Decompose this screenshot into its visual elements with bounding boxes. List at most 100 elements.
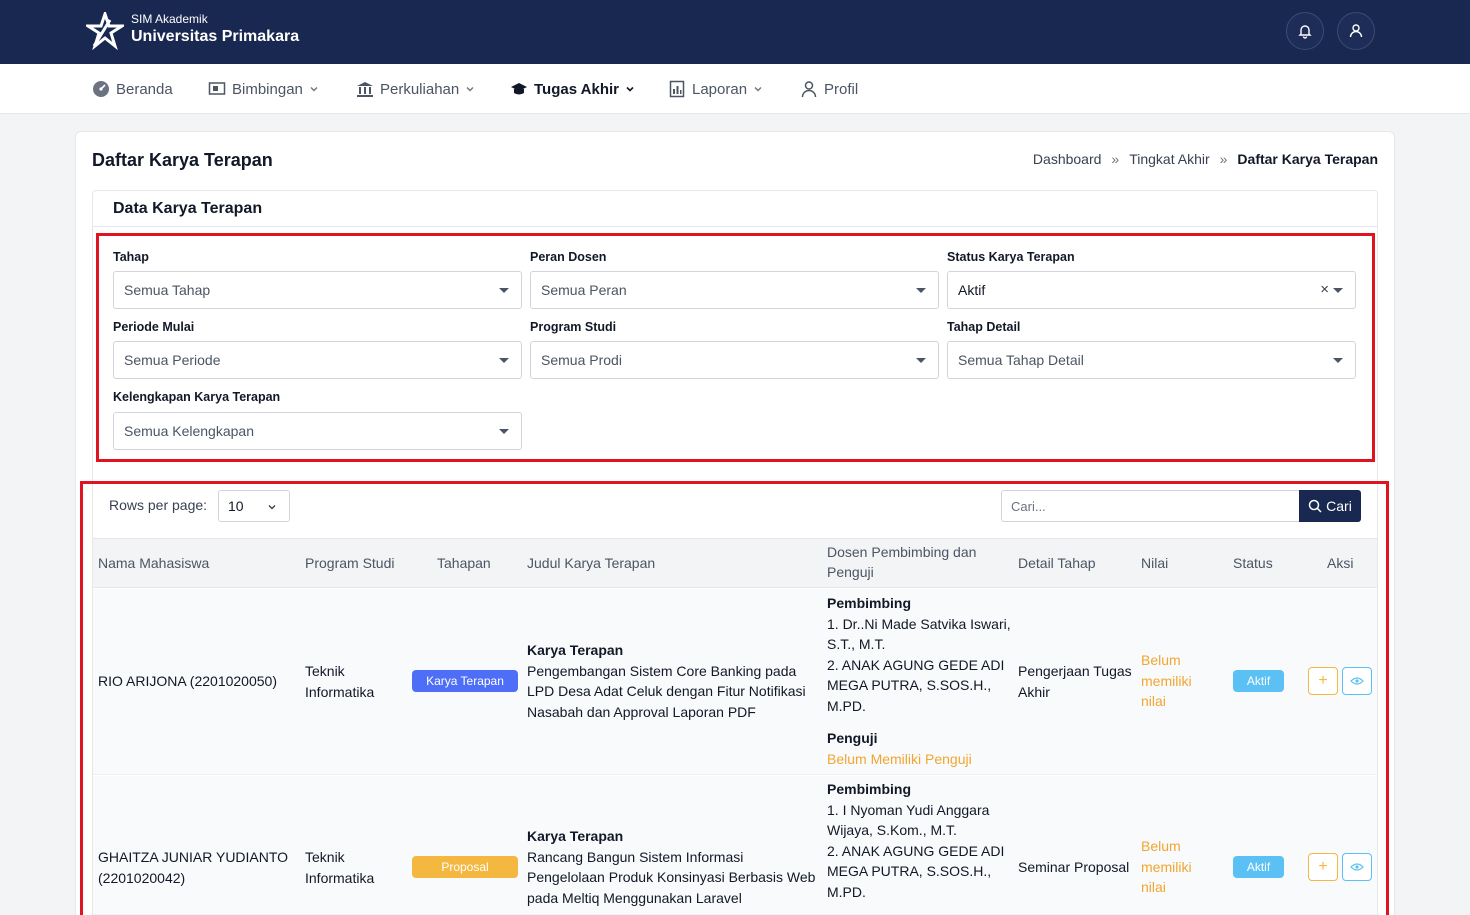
cell-prodi: Teknik Informatika	[305, 847, 374, 888]
pembimbing-heading: Pembimbing	[827, 595, 912, 611]
judul-heading: Karya Terapan	[527, 642, 624, 658]
col-nama[interactable]: Nama Mahasiswa	[98, 553, 209, 573]
cell-nama: GHAITZA JUNIAR YUDIANTO (2201020042)	[98, 847, 288, 888]
filter-kelengkapan-select[interactable]: Semua Kelengkapan	[113, 412, 522, 450]
nav-beranda[interactable]: Beranda	[92, 78, 173, 100]
table-row: GHAITZA JUNIAR YUDIANTO (2201020042) Tek…	[93, 776, 1377, 915]
caret-down-icon	[916, 288, 926, 293]
profile-button[interactable]	[1337, 12, 1375, 50]
penguji-value: Belum Memiliki Penguji	[827, 750, 972, 767]
nama-line: GHAITZA JUNIAR YUDIANTO	[98, 849, 289, 865]
pembimbing-line: Wijaya, S.Kom., M.T.	[827, 822, 957, 838]
presentation-icon	[208, 82, 226, 95]
select-value: Semua Kelengkapan	[124, 423, 254, 439]
status-badge: Aktif	[1233, 670, 1284, 692]
pembimbing-line: 2. ANAK AGUNG GEDE ADI	[827, 842, 1005, 859]
judul-line: Nasabah dan Approval Laporan PDF	[527, 703, 756, 720]
col-prodi[interactable]: Program Studi	[305, 553, 394, 573]
search-placeholder: Cari...	[1011, 498, 1046, 514]
nilai-line: nilai	[1141, 879, 1166, 895]
report-icon	[669, 80, 685, 98]
filter-peran-label: Peran Dosen	[530, 250, 607, 264]
building-icon	[357, 82, 373, 97]
chevron-down-icon	[754, 87, 762, 92]
search-input[interactable]: Cari...	[1001, 490, 1300, 522]
top-header: SIM Akademik Universitas Primakara	[0, 0, 1470, 64]
filter-status-select[interactable]: Aktif ×	[947, 271, 1356, 309]
pembimbing-line: 1. I Nyoman Yudi Anggara	[827, 801, 990, 818]
nav-profil[interactable]: Profil	[800, 78, 858, 100]
chevron-down-icon	[626, 86, 634, 92]
nav-label: Profil	[824, 80, 859, 98]
search-button[interactable]: Cari	[1299, 490, 1361, 522]
col-status[interactable]: Status	[1233, 553, 1273, 573]
filter-tahap-detail-select[interactable]: Semua Tahap Detail	[947, 341, 1356, 379]
col-dosen-line1: Dosen Pembimbing dan	[827, 544, 977, 560]
col-aksi: Aksi	[1327, 555, 1354, 571]
penguji-heading: Penguji	[827, 730, 878, 746]
notification-button[interactable]	[1286, 12, 1324, 50]
clear-selection-icon[interactable]: ×	[1320, 281, 1329, 298]
col-tahapan[interactable]: Tahapan	[437, 553, 491, 573]
plus-icon: +	[1318, 858, 1328, 875]
user-icon	[1349, 24, 1363, 38]
caret-down-icon	[499, 429, 509, 434]
table-row: RIO ARIJONA (2201020050) Teknik Informat…	[93, 589, 1377, 775]
judul-line: Pengelolaan Produk Konsinyasi Berbasis W…	[527, 869, 816, 885]
nilai-line: memiliki	[1141, 858, 1192, 875]
cell-judul: Karya Terapan Rancang Bangun Sistem Info…	[527, 826, 815, 908]
select-value: Semua Periode	[124, 352, 221, 368]
cell-dosen: Pembimbing 1. Dr..Ni Made Satvika Iswari…	[827, 593, 1011, 769]
pembimbing-line: MEGA PUTRA, S.SOS.H.,	[827, 863, 992, 879]
nama-line: (2201020042)	[98, 869, 186, 886]
breadcrumb-tingkat-akhir[interactable]: Tingkat Akhir	[1129, 151, 1209, 167]
add-button[interactable]: +	[1308, 853, 1338, 881]
nilai-line: Belum	[1141, 838, 1181, 854]
breadcrumb-dashboard[interactable]: Dashboard	[1033, 151, 1102, 167]
breadcrumb-separator: »	[1219, 151, 1228, 167]
filter-prodi-select[interactable]: Semua Prodi	[530, 341, 939, 379]
cell-detail: Pengerjaan Tugas Akhir	[1018, 661, 1132, 702]
filter-prodi-label: Program Studi	[530, 320, 617, 334]
cell-prodi-line: Teknik	[305, 849, 345, 865]
judul-line: Rancang Bangun Sistem Informasi	[527, 848, 744, 865]
cell-judul: Karya Terapan Pengembangan Sistem Core B…	[527, 640, 806, 722]
filter-kelengkapan-label: Kelengkapan Karya Terapan	[113, 390, 281, 404]
col-nilai[interactable]: Nilai	[1141, 553, 1168, 573]
nav-laporan[interactable]: Laporan	[668, 78, 763, 100]
select-value: Semua Tahap Detail	[958, 352, 1084, 368]
add-button[interactable]: +	[1308, 667, 1338, 695]
view-button[interactable]	[1342, 667, 1372, 695]
detail-line: Pengerjaan Tugas	[1018, 663, 1132, 679]
nav-perkuliahan[interactable]: Perkuliahan	[356, 78, 475, 100]
rows-per-page-select[interactable]: 10	[218, 490, 290, 522]
col-judul[interactable]: Judul Karya Terapan	[527, 553, 655, 573]
eye-icon	[1350, 863, 1364, 871]
search-icon	[1308, 499, 1322, 513]
tahapan-badge: Karya Terapan	[412, 670, 518, 692]
cell-prodi-line: Informatika	[305, 869, 375, 886]
filter-periode-select[interactable]: Semua Periode	[113, 341, 522, 379]
select-value: Aktif	[958, 282, 986, 298]
filter-peran-select[interactable]: Semua Peran	[530, 271, 939, 309]
view-button[interactable]	[1342, 853, 1372, 881]
nav-tugas-akhir[interactable]: Tugas Akhir	[510, 78, 635, 100]
filter-tahap-select[interactable]: Semua Tahap	[113, 271, 522, 309]
filter-status-label: Status Karya Terapan	[947, 250, 1075, 264]
select-value: Semua Tahap	[124, 282, 211, 298]
caret-down-icon	[1333, 358, 1343, 363]
cell-nama: RIO ARIJONA (2201020050)	[98, 673, 277, 689]
filter-tahap-detail-label: Tahap Detail	[947, 320, 1021, 334]
pembimbing-line: MEGA PUTRA, S.SOS.H.,	[827, 677, 992, 693]
main-nav: Beranda Bimbingan Perkuliahan Tugas Akhi…	[0, 64, 1470, 114]
col-dosen[interactable]: Dosen Pembimbing dan Penguji	[827, 542, 976, 582]
judul-line: Pengembangan Sistem Core Banking pada	[527, 662, 797, 679]
nav-label: Bimbingan	[232, 80, 303, 98]
plus-icon: +	[1318, 672, 1328, 689]
nav-bimbingan[interactable]: Bimbingan	[208, 78, 319, 100]
cell-prodi-line: Teknik	[305, 663, 345, 679]
col-detail[interactable]: Detail Tahap	[1018, 553, 1096, 573]
col-dosen-line2: Penguji	[827, 564, 874, 580]
pembimbing-heading: Pembimbing	[827, 781, 912, 797]
pembimbing-line: M.PD.	[827, 697, 866, 714]
